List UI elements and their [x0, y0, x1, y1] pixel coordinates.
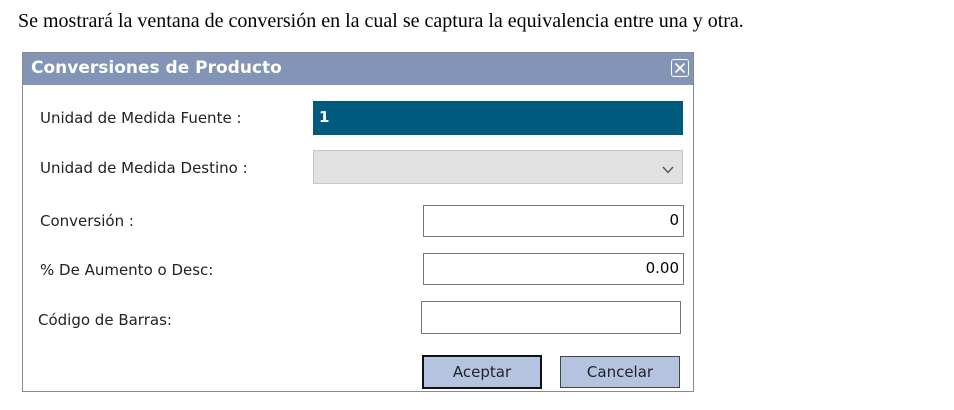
target-unit-label: Unidad de Medida Destino :	[40, 159, 248, 177]
source-unit-field[interactable]: 1	[313, 101, 683, 135]
barcode-label: Código de Barras:	[38, 311, 172, 329]
barcode-input[interactable]	[421, 301, 681, 334]
dialog-title: Conversiones de Producto	[31, 58, 282, 78]
conversion-label: Conversión :	[40, 212, 134, 230]
intro-text: Se mostrará la ventana de conversión en …	[18, 10, 744, 32]
accept-button[interactable]: Aceptar	[422, 355, 542, 389]
conversion-input[interactable]: 0	[423, 205, 684, 237]
chevron-down-icon	[662, 161, 674, 179]
percent-input[interactable]: 0.00	[423, 253, 684, 285]
close-icon[interactable]	[671, 59, 689, 77]
dialog-titlebar: Conversiones de Producto	[23, 53, 693, 85]
conversion-dialog: Conversiones de Producto Unidad de Medid…	[22, 52, 694, 392]
source-unit-label: Unidad de Medida Fuente :	[40, 109, 242, 127]
cancel-button[interactable]: Cancelar	[560, 356, 680, 388]
percent-label: % De Aumento o Desc:	[40, 261, 214, 279]
target-unit-select[interactable]	[313, 150, 683, 184]
